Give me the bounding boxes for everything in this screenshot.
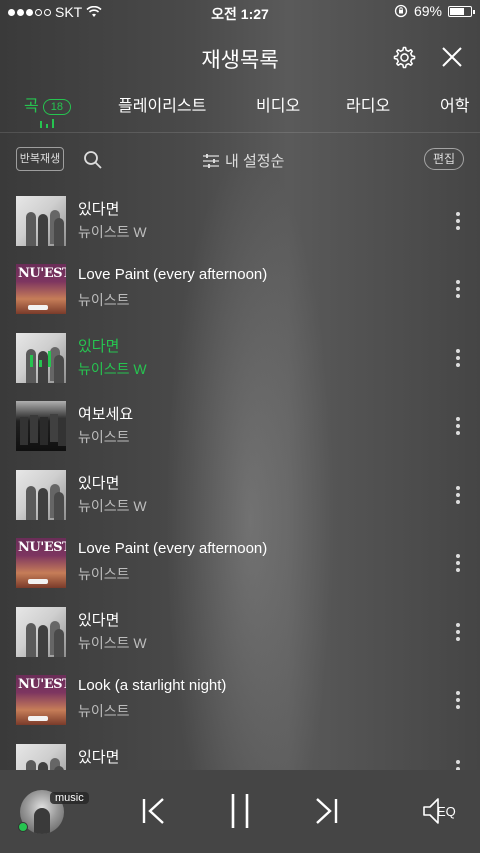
song-title: Look (a starlight night) bbox=[78, 677, 227, 694]
tab-playlist[interactable]: 플레이리스트 bbox=[118, 92, 206, 116]
tab-language[interactable]: 어학 bbox=[440, 92, 469, 116]
battery-icon bbox=[448, 5, 475, 17]
song-artist: 뉴이스트 W bbox=[78, 498, 147, 514]
more-options-icon[interactable] bbox=[456, 212, 460, 230]
tab-divider bbox=[0, 132, 480, 133]
list-item[interactable]: NU'EST Love Paint (every afternoon) 뉴이스트 bbox=[0, 528, 480, 596]
sort-button[interactable]: 내 설정순 bbox=[203, 150, 284, 171]
more-options-icon[interactable] bbox=[456, 280, 460, 298]
edit-button[interactable]: 편집 bbox=[424, 148, 464, 170]
tab-songs[interactable]: 곡 18 bbox=[24, 92, 71, 116]
battery-fill bbox=[450, 7, 464, 15]
song-artist: 뉴이스트 bbox=[78, 429, 130, 445]
next-icon[interactable] bbox=[313, 796, 339, 826]
album-art bbox=[16, 744, 66, 770]
album-art bbox=[16, 196, 66, 246]
song-title: 있다면 bbox=[78, 475, 120, 492]
status-right: 69% bbox=[394, 3, 475, 19]
source-label: music bbox=[50, 792, 89, 804]
album-art: NU'EST bbox=[16, 264, 66, 314]
repeat-button[interactable]: 반복재생 bbox=[16, 147, 64, 171]
song-artist: 뉴이스트 bbox=[78, 292, 130, 308]
more-options-icon[interactable] bbox=[456, 554, 460, 572]
more-options-icon[interactable] bbox=[456, 349, 460, 367]
list-item-now-playing[interactable]: 있다면 뉴이스트 W bbox=[0, 323, 480, 391]
song-title: 있다면 bbox=[78, 612, 120, 629]
song-title: 있다면 bbox=[78, 749, 120, 766]
eq-button[interactable]: EQ bbox=[422, 796, 464, 826]
play-status-dot bbox=[18, 822, 28, 832]
song-artist: 뉴이스트 bbox=[78, 566, 130, 582]
album-art bbox=[16, 607, 66, 657]
song-list: 있다면 뉴이스트 W NU'EST Love Paint (every afte… bbox=[0, 186, 480, 770]
previous-icon[interactable] bbox=[141, 796, 167, 826]
list-item[interactable]: 여보세요 뉴이스트 bbox=[0, 391, 480, 459]
battery-percent: 69% bbox=[413, 3, 442, 19]
status-bar: SKT 오전 1:27 69% bbox=[0, 0, 480, 24]
pause-icon[interactable] bbox=[229, 792, 251, 830]
now-playing-bars-icon bbox=[40, 119, 54, 128]
song-artist: 뉴이스트 W bbox=[78, 361, 147, 377]
song-title: Love Paint (every afternoon) bbox=[78, 540, 268, 557]
sort-label: 내 설정순 bbox=[225, 153, 285, 170]
song-artist: 뉴이스트 bbox=[78, 703, 130, 719]
album-art bbox=[16, 401, 66, 451]
sliders-icon bbox=[203, 153, 219, 168]
album-art bbox=[16, 470, 66, 520]
song-title: 여보세요 bbox=[78, 406, 134, 423]
tab-bar: 곡 18 플레이리스트 비디오 라디오 어학 bbox=[0, 88, 480, 132]
more-options-icon[interactable] bbox=[456, 760, 460, 770]
song-artist: 뉴이스트 W bbox=[78, 635, 147, 651]
search-icon[interactable] bbox=[83, 150, 103, 170]
album-art bbox=[16, 333, 66, 383]
list-item[interactable]: NU'EST Look (a starlight night) 뉴이스트 bbox=[0, 665, 480, 733]
more-options-icon[interactable] bbox=[456, 486, 460, 504]
eq-label: EQ bbox=[437, 804, 456, 819]
list-item[interactable]: 있다면 뉴이스트 W bbox=[0, 597, 480, 665]
close-icon[interactable] bbox=[441, 46, 463, 68]
song-title: 있다면 bbox=[78, 201, 120, 218]
album-art-logo: NU'EST bbox=[18, 266, 66, 281]
album-art: NU'EST bbox=[16, 675, 66, 725]
list-item[interactable]: 있다면 bbox=[0, 734, 480, 770]
song-title: Love Paint (every afternoon) bbox=[78, 266, 268, 283]
tab-radio[interactable]: 라디오 bbox=[346, 92, 390, 116]
tab-video[interactable]: 비디오 bbox=[256, 92, 300, 116]
tab-songs-label: 곡 bbox=[24, 98, 39, 115]
player-bar: music EQ bbox=[0, 770, 480, 853]
gear-icon[interactable] bbox=[392, 45, 417, 70]
more-options-icon[interactable] bbox=[456, 691, 460, 709]
list-item[interactable]: 있다면 뉴이스트 W bbox=[0, 186, 480, 254]
song-artist: 뉴이스트 W bbox=[78, 224, 147, 240]
list-item[interactable]: 있다면 뉴이스트 W bbox=[0, 460, 480, 528]
album-art: NU'EST bbox=[16, 538, 66, 588]
song-count-badge: 18 bbox=[42, 98, 71, 115]
more-options-icon[interactable] bbox=[456, 623, 460, 641]
list-item[interactable]: NU'EST Love Paint (every afternoon) 뉴이스트 bbox=[0, 254, 480, 322]
album-art-logo: NU'EST bbox=[18, 677, 66, 692]
song-title: 있다면 bbox=[78, 338, 120, 355]
now-playing-bars-icon bbox=[30, 351, 51, 367]
rotation-lock-icon bbox=[394, 4, 408, 18]
more-options-icon[interactable] bbox=[456, 417, 460, 435]
album-art-logo: NU'EST bbox=[18, 540, 66, 555]
